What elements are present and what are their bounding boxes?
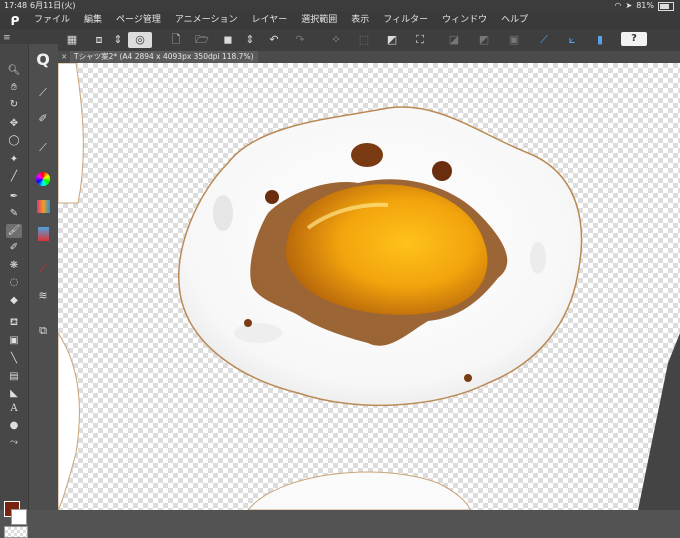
- zoom-icon[interactable]: 🔍︎: [6, 64, 22, 78]
- battery-icon: [658, 1, 674, 11]
- menu-filter[interactable]: フィルター: [383, 12, 428, 29]
- pen-sub-icon[interactable]: ⟋: [34, 84, 52, 102]
- status-date: 6月11日(火): [30, 1, 76, 10]
- stepper-icon[interactable]: ⇕: [110, 32, 126, 48]
- undo-icon[interactable]: ↶: [266, 32, 282, 48]
- move-icon[interactable]: ✥: [6, 117, 22, 131]
- triangle-ruler-icon[interactable]: ◣: [6, 387, 22, 401]
- decoration-icon[interactable]: ❋: [6, 259, 22, 273]
- menu-page[interactable]: ページ管理: [116, 12, 161, 29]
- open-folder-icon[interactable]: 🗁︎: [194, 32, 210, 48]
- new-file-icon[interactable]: 🗋︎: [168, 32, 184, 48]
- correct-line-icon[interactable]: ⤳: [6, 436, 22, 450]
- text-icon[interactable]: A: [6, 402, 22, 416]
- transform-icon[interactable]: ⧈: [91, 32, 107, 48]
- airbrush-icon[interactable]: ✐: [6, 241, 22, 255]
- gradient-icon[interactable]: ▣: [6, 334, 22, 348]
- quick-access-icon[interactable]: ◎: [128, 32, 152, 48]
- material-icon[interactable]: ⧉: [34, 322, 52, 340]
- fill-icon[interactable]: ⛾: [6, 316, 22, 330]
- wifi-icon: ◠: [614, 1, 622, 10]
- layer-icon[interactable]: [34, 227, 52, 245]
- blend-icon[interactable]: ◌: [6, 276, 22, 290]
- menu-selection[interactable]: 選択範囲: [301, 12, 337, 29]
- close-tab-icon[interactable]: ×: [61, 51, 67, 63]
- menu-window[interactable]: ウィンドウ: [442, 12, 487, 29]
- artwork: [58, 63, 680, 510]
- status-time: 17:48: [4, 1, 28, 10]
- menu-animation[interactable]: アニメーション: [175, 12, 238, 29]
- help-button[interactable]: ?: [621, 32, 647, 46]
- pen-icon[interactable]: ✒︎: [6, 190, 22, 204]
- snap-grid-icon[interactable]: ▮: [592, 32, 608, 48]
- disabled-c-icon[interactable]: ▣: [506, 32, 522, 48]
- egg-left-partial-2: [58, 332, 80, 510]
- drawing-canvas[interactable]: [58, 63, 680, 510]
- status-right: ◠ ➤ 81%: [615, 0, 674, 12]
- eyedropper-icon[interactable]: ╱: [6, 170, 22, 184]
- snap-ruler-icon[interactable]: ⟋: [536, 32, 552, 48]
- disabled-b-icon[interactable]: ◩: [476, 32, 492, 48]
- menu-file[interactable]: ファイル: [34, 12, 70, 29]
- swatch-icon[interactable]: ⟋: [34, 260, 52, 278]
- rotate-icon[interactable]: ↻: [6, 98, 22, 112]
- crop-icon[interactable]: ⛶: [412, 32, 428, 48]
- ruler-sub-icon[interactable]: ≋: [34, 287, 52, 305]
- menu-edit[interactable]: 編集: [84, 12, 102, 29]
- save-icon[interactable]: ◼: [220, 32, 236, 48]
- egg-bottom-partial: [247, 471, 471, 510]
- command-bar: ▦ ⧈ ⇕ ◎ 🗋︎ 🗁︎ ◼ ⇕ ↶ ↷ ⁘ ⬚ ◩ ⛶ ◪ ◩ ▣ ⟋ ⟀ …: [58, 29, 680, 52]
- hand-icon[interactable]: ✋︎: [6, 81, 22, 95]
- sauce-dot-1: [351, 143, 383, 167]
- eraser-icon[interactable]: ◆: [6, 294, 22, 308]
- disabled-a-icon[interactable]: ◪: [446, 32, 462, 48]
- color-wheel-icon[interactable]: [34, 172, 52, 190]
- sub-tool-palette: Q ⟋ ✐ ⟋ ⟋ ≋ ⧉: [29, 44, 58, 510]
- menu-view[interactable]: 表示: [351, 12, 369, 29]
- redo-icon[interactable]: ↷: [292, 32, 308, 48]
- sauce-dot-2: [432, 161, 452, 181]
- fill-selection-icon[interactable]: ◩: [384, 32, 400, 48]
- lasso-icon[interactable]: ◯: [6, 134, 22, 148]
- dark-wedge: [638, 333, 680, 510]
- app-logo-icon[interactable]: ᑭ: [4, 13, 26, 28]
- document-tab-bar: × Tシャツ案2* (A4 2894 x 4093px 350dpi 118.7…: [58, 51, 680, 63]
- selection-transform-icon[interactable]: ⬚: [356, 32, 372, 48]
- marker-sub-icon[interactable]: ✐: [34, 110, 52, 128]
- status-bar: 17:48 6月11日(火) ◠ ➤ 81%: [0, 0, 680, 12]
- panel-menu-icon[interactable]: ≡: [3, 33, 11, 43]
- color-set-icon[interactable]: [34, 200, 52, 218]
- ink-sub-icon[interactable]: ⟋: [34, 139, 52, 157]
- q-icon[interactable]: Q: [32, 50, 54, 70]
- line-icon[interactable]: ╲: [6, 352, 22, 366]
- snap-special-icon[interactable]: ⟀: [564, 32, 580, 48]
- grid-icon[interactable]: ▦: [64, 32, 80, 48]
- transparent-color-swatch[interactable]: [4, 526, 28, 538]
- balloon-icon[interactable]: ●: [6, 419, 22, 433]
- sauce-dot-3: [265, 190, 279, 204]
- menu-help[interactable]: ヘルプ: [501, 12, 528, 29]
- document-tab-title[interactable]: Tシャツ案2* (A4 2894 x 4093px 350dpi 118.7%): [70, 51, 258, 63]
- menu-layer[interactable]: レイヤー: [252, 12, 288, 29]
- location-icon: ➤: [625, 1, 633, 10]
- sub-color-swatch[interactable]: [11, 509, 27, 525]
- ruler-icon[interactable]: ▤: [6, 370, 22, 384]
- tool-palette: 🔍︎ ✋︎ ↻ ✥ ◯ ✦ ╱ ✒︎ ✎ 🖌︎ ✐ ❋ ◌ ◆ ⛾ ▣ ╲ ▤ …: [0, 44, 29, 538]
- menu-bar: ᑭ ファイル 編集 ページ管理 アニメーション レイヤー 選択範囲 表示 フィル…: [0, 12, 680, 29]
- wand-icon[interactable]: ✦: [6, 153, 22, 167]
- layer-stepper-icon[interactable]: ⇕: [242, 32, 258, 48]
- pencil-icon[interactable]: ✎: [6, 207, 22, 221]
- battery-percent: 81%: [636, 1, 654, 10]
- deselect-icon[interactable]: ⁘: [328, 32, 344, 48]
- egg-left-partial: [58, 63, 84, 204]
- brush-icon[interactable]: 🖌︎: [6, 224, 22, 238]
